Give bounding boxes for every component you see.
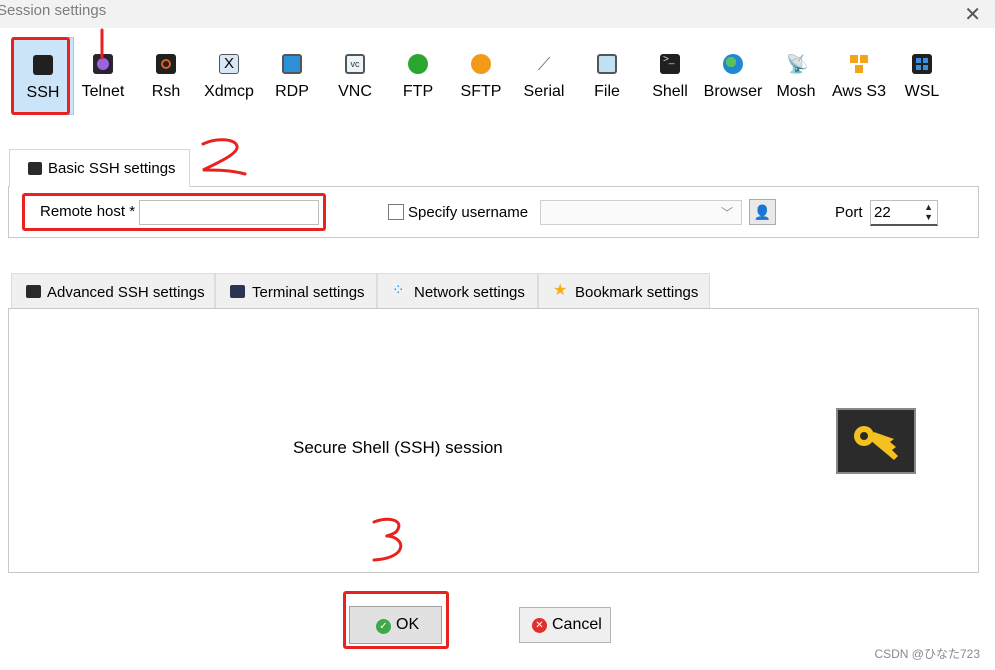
username-select[interactable]: ﹀ bbox=[540, 200, 742, 225]
session-type-ssh[interactable]: SSH bbox=[12, 37, 74, 115]
session-type-sftp[interactable]: SFTP bbox=[450, 37, 512, 115]
tab-basic-ssh-settings[interactable]: Basic SSH settings bbox=[9, 149, 190, 187]
wsl-icon bbox=[912, 54, 932, 74]
specify-username-checkbox[interactable] bbox=[388, 204, 404, 220]
session-type-aws-s3[interactable]: Aws S3 bbox=[828, 37, 890, 115]
annotation-step-2 bbox=[201, 138, 247, 176]
aws-s3-icon bbox=[849, 54, 869, 74]
session-type-serial[interactable]: ⟋ Serial bbox=[513, 37, 575, 115]
port-input[interactable]: 22 ▲ ▼ bbox=[870, 200, 938, 226]
user-manager-button[interactable]: 👤 bbox=[749, 199, 776, 225]
cancel-icon: ✕ bbox=[532, 618, 547, 633]
tab-network-settings[interactable]: ⁘ Network settings bbox=[377, 273, 538, 309]
check-icon: ✓ bbox=[376, 619, 391, 634]
session-type-vnc[interactable]: vc VNC bbox=[324, 37, 386, 115]
session-description: Secure Shell (SSH) session bbox=[293, 438, 503, 457]
remote-host-label: Remote host * bbox=[40, 203, 136, 220]
remote-host-input[interactable] bbox=[139, 200, 319, 225]
watermark: CSDN @ひなた723 bbox=[874, 647, 980, 661]
close-icon[interactable]: ✕ bbox=[964, 2, 981, 27]
port-label: Port bbox=[835, 204, 863, 221]
session-type-mosh[interactable]: 📡 Mosh bbox=[765, 37, 827, 115]
session-type-shell[interactable]: >_ Shell bbox=[639, 37, 701, 115]
rdp-icon bbox=[282, 54, 302, 74]
tab-label: Network settings bbox=[414, 284, 525, 301]
ok-button[interactable]: ✓ OK bbox=[349, 606, 442, 644]
tab-label: Terminal settings bbox=[252, 284, 365, 301]
xdmcp-icon: X bbox=[219, 54, 239, 74]
shell-icon: >_ bbox=[660, 54, 680, 74]
user-icon: 👤 bbox=[753, 204, 772, 220]
telnet-icon bbox=[93, 54, 113, 74]
cancel-button[interactable]: ✕ Cancel bbox=[519, 607, 611, 643]
terminal-icon bbox=[230, 285, 245, 298]
cancel-label: Cancel bbox=[552, 616, 602, 633]
ssh-key-icon bbox=[33, 55, 53, 75]
session-type-rdp[interactable]: RDP bbox=[261, 37, 323, 115]
tab-terminal-settings[interactable]: Terminal settings bbox=[215, 273, 377, 309]
ftp-icon bbox=[408, 54, 428, 74]
ssh-key-icon bbox=[26, 285, 41, 298]
file-icon bbox=[597, 54, 617, 74]
session-type-telnet[interactable]: Telnet bbox=[72, 37, 134, 115]
network-icon: ⁘ bbox=[392, 282, 405, 299]
mosh-icon: 📡 bbox=[786, 54, 809, 74]
session-type-label: WSL bbox=[904, 83, 940, 100]
star-icon: ★ bbox=[553, 282, 568, 299]
tab-bookmark-settings[interactable]: ★ Bookmark settings bbox=[538, 273, 710, 309]
ok-label: OK bbox=[396, 616, 420, 633]
tab-label: Basic SSH settings bbox=[48, 160, 176, 177]
session-type-file[interactable]: File bbox=[576, 37, 638, 115]
vnc-icon: vc bbox=[345, 54, 365, 74]
session-type-bar: SSH Telnet Rsh X Xdmcp RDP vc VNC FTP SF… bbox=[0, 37, 995, 117]
session-type-ftp[interactable]: FTP bbox=[387, 37, 449, 115]
port-value: 22 bbox=[874, 204, 891, 221]
title-bar: Session settings ✕ bbox=[0, 0, 995, 28]
session-type-wsl[interactable]: WSL bbox=[891, 37, 953, 115]
tab-label: Advanced SSH settings bbox=[47, 284, 205, 301]
spinner-icon[interactable]: ▲ ▼ bbox=[924, 202, 933, 222]
serial-icon: ⟋ bbox=[537, 54, 551, 74]
session-type-browser[interactable]: Browser bbox=[702, 37, 764, 115]
session-type-rsh[interactable]: Rsh bbox=[135, 37, 197, 115]
ssh-key-icon bbox=[28, 162, 42, 175]
rsh-icon bbox=[156, 54, 176, 74]
tab-label: Bookmark settings bbox=[575, 284, 699, 301]
tab-advanced-ssh-settings[interactable]: Advanced SSH settings bbox=[11, 273, 215, 309]
chevron-down-icon: ﹀ bbox=[720, 206, 733, 220]
window-title: Session settings bbox=[0, 2, 107, 19]
session-type-xdmcp[interactable]: X Xdmcp bbox=[198, 37, 260, 115]
browser-icon bbox=[723, 54, 743, 74]
specify-username-label: Specify username bbox=[408, 204, 529, 221]
key-icon bbox=[836, 408, 916, 474]
sftp-icon bbox=[471, 54, 491, 74]
